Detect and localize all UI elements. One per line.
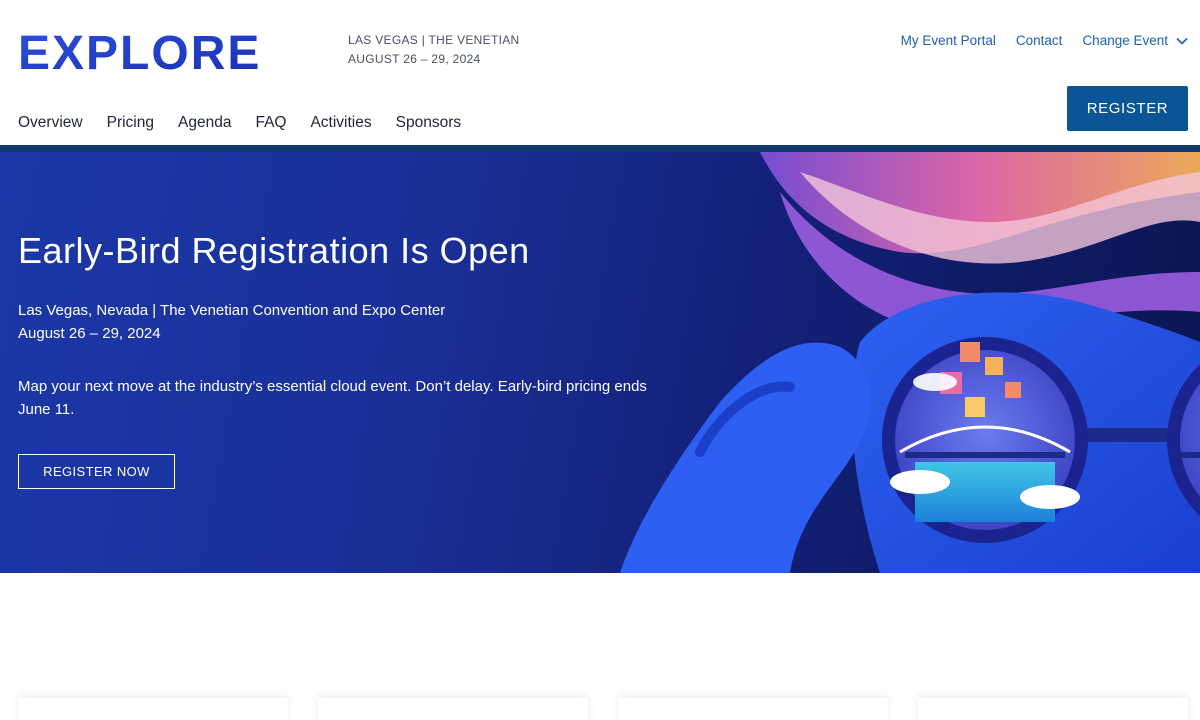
site-header: EXPLORE LAS VEGAS | THE VENETIAN AUGUST … [0, 0, 1200, 145]
content-cards [18, 698, 1188, 720]
hero-description: Map your next move at the industry’s ess… [18, 378, 647, 418]
nav-faq[interactable]: FAQ [255, 114, 286, 132]
content-card[interactable] [618, 698, 888, 720]
nav-overview[interactable]: Overview [18, 114, 83, 132]
hero-location: Las Vegas, Nevada | The Venetian Convent… [18, 299, 445, 345]
my-event-portal-link[interactable]: My Event Portal [901, 33, 996, 48]
explore-logo-wordmark: EXPLORE [18, 30, 261, 74]
event-dates: AUGUST 26 – 29, 2024 [348, 52, 481, 66]
nav-pricing[interactable]: Pricing [107, 114, 154, 132]
hero-title: Early-Bird Registration Is Open [18, 230, 530, 271]
logo-text: EXPLORE [18, 30, 261, 74]
content-card[interactable] [918, 698, 1188, 720]
change-event-label: Change Event [1082, 33, 1168, 48]
main-nav: Overview Pricing Agenda FAQ Activities S… [18, 114, 461, 132]
hero-banner: Early-Bird Registration Is Open Las Vega… [0, 152, 1200, 573]
content-card[interactable] [318, 698, 588, 720]
register-button[interactable]: REGISTER [1067, 86, 1188, 131]
contact-link[interactable]: Contact [1016, 33, 1063, 48]
utility-links: My Event Portal Contact Change Event [901, 33, 1188, 48]
hero-location-line: Las Vegas, Nevada | The Venetian Convent… [18, 302, 446, 319]
header-divider [0, 145, 1200, 152]
explore-logo[interactable]: EXPLORE [18, 30, 316, 74]
nav-activities[interactable]: Activities [310, 114, 371, 132]
nav-agenda[interactable]: Agenda [178, 114, 231, 132]
nav-sponsors[interactable]: Sponsors [396, 114, 461, 132]
hero-illustration [620, 152, 1200, 573]
event-location: LAS VEGAS | THE VENETIAN [348, 33, 520, 47]
chevron-down-icon [1176, 35, 1188, 47]
change-event-dropdown[interactable]: Change Event [1082, 33, 1188, 48]
content-card[interactable] [18, 698, 288, 720]
hero-date-line: August 26 – 29, 2024 [18, 325, 161, 342]
event-meta: LAS VEGAS | THE VENETIAN AUGUST 26 – 29,… [348, 31, 519, 69]
register-now-button[interactable]: REGISTER NOW [18, 454, 175, 489]
